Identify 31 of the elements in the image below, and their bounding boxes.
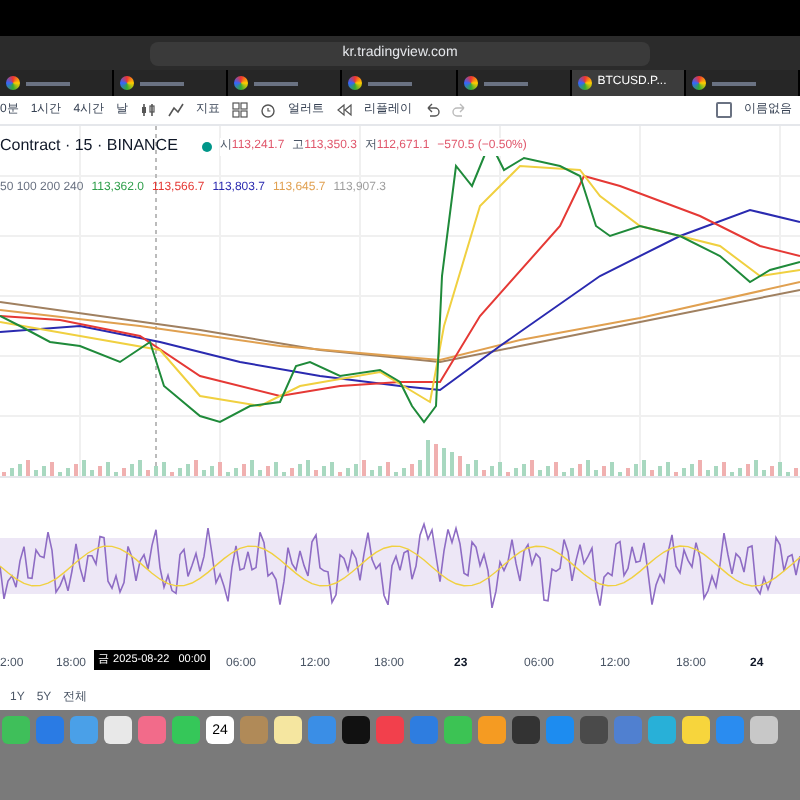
app-icon[interactable] bbox=[342, 716, 370, 744]
browser-tab[interactable] bbox=[685, 70, 800, 96]
indicator-icon[interactable] bbox=[168, 102, 185, 118]
rewind-icon[interactable] bbox=[336, 102, 353, 118]
favicon-icon bbox=[577, 76, 592, 90]
browser-tab[interactable] bbox=[342, 70, 458, 96]
grid-icon[interactable] bbox=[232, 102, 249, 118]
favicon-icon bbox=[691, 76, 706, 90]
browser-tab[interactable] bbox=[457, 70, 572, 96]
app-icon[interactable] bbox=[172, 716, 200, 744]
browser-tab[interactable] bbox=[0, 70, 115, 96]
app-icon[interactable] bbox=[104, 716, 132, 744]
candles-icon[interactable] bbox=[140, 102, 157, 118]
app-icon[interactable] bbox=[274, 716, 302, 744]
favicon-icon bbox=[120, 76, 135, 90]
favicon-icon bbox=[6, 76, 20, 90]
browser-tab[interactable] bbox=[228, 70, 343, 96]
layout-checkbox[interactable] bbox=[716, 102, 732, 118]
app-icon[interactable] bbox=[750, 716, 778, 744]
app-icon[interactable] bbox=[580, 716, 608, 744]
favicon-icon bbox=[463, 76, 478, 90]
undo-icon[interactable] bbox=[424, 102, 441, 118]
app-icon[interactable] bbox=[478, 716, 506, 744]
redo-icon[interactable] bbox=[452, 102, 469, 118]
browser-tab[interactable] bbox=[114, 70, 229, 96]
alarm-icon[interactable] bbox=[260, 102, 277, 118]
favicon-icon bbox=[348, 76, 363, 90]
app-icon[interactable] bbox=[512, 716, 540, 744]
favicon-icon bbox=[234, 76, 249, 90]
symbol-title: Contract · 15 · BINANCE bbox=[0, 134, 178, 158]
app-icon[interactable] bbox=[682, 716, 710, 744]
